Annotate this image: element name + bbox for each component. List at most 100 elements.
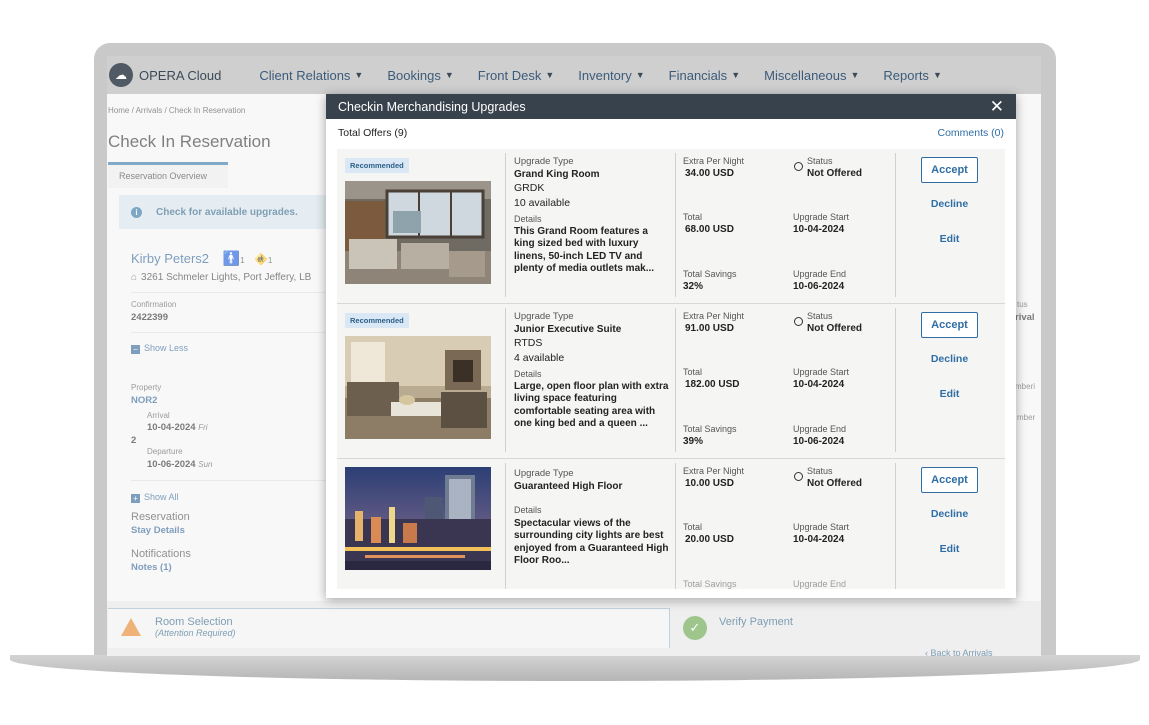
accept-button[interactable]: Accept: [921, 157, 978, 183]
upgrade-end-value: 10-06-2024: [793, 281, 845, 292]
nav-bookings[interactable]: Bookings ▼: [387, 68, 453, 83]
room-availability: 4 available: [514, 352, 565, 364]
total-value: 68.00 USD: [685, 224, 734, 235]
nav-inventory[interactable]: Inventory ▼: [578, 68, 644, 83]
accept-button[interactable]: Accept: [921, 467, 978, 493]
modal-subheader: Total Offers (9) Comments (0): [326, 119, 1016, 147]
upgrade-start-value: 10-04-2024: [793, 379, 845, 390]
decline-button[interactable]: Decline: [921, 508, 978, 520]
edit-button[interactable]: Edit: [921, 543, 978, 555]
nav-client-relations[interactable]: Client Relations ▼: [259, 68, 363, 83]
total-value: 182.00 USD: [685, 379, 740, 390]
app-logo-text: OPERA Cloud: [139, 67, 222, 83]
status-label: Status: [807, 311, 833, 321]
details-label: Details: [514, 369, 542, 379]
total-savings-label: Total Savings: [683, 579, 737, 589]
edit-button[interactable]: Edit: [921, 388, 978, 400]
upgrade-type-label: Upgrade Type: [514, 468, 574, 479]
extra-per-night-value: 34.00 USD: [685, 168, 734, 179]
room-code: GRDK: [514, 182, 545, 194]
column-divider: [675, 153, 676, 297]
nav-label: Reports: [883, 67, 929, 83]
nav-label: Client Relations: [259, 67, 351, 83]
status-radio-icon[interactable]: [794, 317, 803, 326]
chevron-down-icon: ▼: [354, 70, 364, 80]
details-label: Details: [514, 505, 542, 515]
nav-label: Front Desk: [477, 67, 542, 83]
accept-button[interactable]: Accept: [921, 312, 978, 338]
column-divider: [505, 463, 506, 589]
close-icon[interactable]: ✕: [990, 98, 1004, 115]
status-radio-icon[interactable]: [794, 162, 803, 171]
recommended-badge: Recommended: [345, 313, 409, 328]
nav-label: Financials: [668, 67, 728, 83]
room-details: This Grand Room features a king sized be…: [514, 226, 655, 274]
upgrade-end-value: 10-06-2024: [793, 436, 845, 447]
nav-label: Bookings: [387, 67, 441, 83]
room-code: RTDS: [514, 337, 543, 349]
total-offers-count: Total Offers (9): [338, 127, 408, 139]
comments-link[interactable]: Comments (0): [937, 127, 1004, 147]
status-radio-icon[interactable]: [794, 472, 803, 481]
total-savings-value: 39%: [683, 436, 704, 447]
room-image-junior-suite: [345, 336, 491, 439]
chevron-down-icon: ▼: [850, 70, 860, 80]
chevron-down-icon: ▼: [635, 70, 645, 80]
status-value: Not Offered: [807, 168, 862, 179]
details-label: Details: [514, 214, 542, 224]
column-divider: [505, 308, 506, 452]
status-label: Status: [807, 466, 833, 476]
status-value: Not Offered: [807, 478, 862, 489]
room-details: Large, open floor plan with extra living…: [514, 381, 669, 429]
offer-card: Recommended Upgrade Type Junior Executiv…: [337, 304, 1005, 459]
status-value: Not Offered: [807, 323, 862, 334]
column-divider: [505, 153, 506, 297]
room-name: Guaranteed High Floor: [514, 481, 623, 492]
total-value: 20.00 USD: [685, 534, 734, 545]
extra-per-night-value: 91.00 USD: [685, 323, 734, 334]
column-divider: [895, 463, 896, 589]
laptop-base: [10, 655, 1140, 681]
total-savings-label: Total Savings: [683, 269, 737, 279]
upgrade-start-value: 10-04-2024: [793, 224, 845, 235]
extra-per-night-label: Extra Per Night: [683, 311, 745, 321]
extra-per-night-value: 10.00 USD: [685, 478, 734, 489]
app-screen: ☁ OPERA Cloud Client Relations ▼ Bookings…: [107, 56, 1041, 656]
upgrade-end-label: Upgrade End: [793, 424, 847, 434]
upgrade-end-label: Upgrade End: [793, 269, 847, 279]
total-savings-value: 32%: [683, 281, 704, 292]
column-divider: [895, 308, 896, 452]
decline-button[interactable]: Decline: [921, 198, 978, 210]
offer-card: Upgrade Type Guaranteed High Floor Detai…: [337, 459, 1005, 589]
top-navigation: ☁ OPERA Cloud Client Relations ▼ Bookings…: [107, 56, 1041, 94]
room-availability: 10 available: [514, 197, 571, 209]
upgrade-start-label: Upgrade Start: [793, 367, 850, 377]
edit-button[interactable]: Edit: [921, 233, 978, 245]
nav-label: Miscellaneous: [764, 67, 847, 83]
modal-title: Checkin Merchandising Upgrades: [338, 99, 526, 114]
nav-label: Inventory: [578, 67, 632, 83]
upgrades-modal: Checkin Merchandising Upgrades ✕ Total O…: [326, 94, 1016, 598]
room-image-grand-king: [345, 181, 491, 284]
column-divider: [675, 463, 676, 589]
recommended-badge: Recommended: [345, 158, 409, 173]
upgrade-type-label: Upgrade Type: [514, 156, 574, 167]
chevron-down-icon: ▼: [444, 70, 454, 80]
app-logo[interactable]: ☁ OPERA Cloud: [109, 63, 221, 87]
nav-reports[interactable]: Reports ▼: [883, 68, 941, 83]
decline-button[interactable]: Decline: [921, 353, 978, 365]
column-divider: [895, 153, 896, 297]
total-label: Total: [683, 522, 703, 532]
chevron-down-icon: ▼: [932, 70, 942, 80]
room-details: Spectacular views of the surrounding cit…: [514, 518, 669, 566]
room-name: Junior Executive Suite: [514, 324, 622, 335]
offer-card: Recommended Upgrade Type Grand King Room…: [337, 149, 1005, 304]
room-name: Grand King Room: [514, 169, 600, 180]
room-image-high-floor: [345, 467, 491, 570]
nav-miscellaneous[interactable]: Miscellaneous ▼: [764, 68, 859, 83]
nav-front-desk[interactable]: Front Desk ▼: [478, 68, 555, 83]
nav-financials[interactable]: Financials ▼: [669, 68, 740, 83]
cloud-logo-icon: ☁: [109, 63, 133, 87]
upgrade-start-label: Upgrade Start: [793, 522, 850, 532]
chevron-down-icon: ▼: [731, 70, 741, 80]
